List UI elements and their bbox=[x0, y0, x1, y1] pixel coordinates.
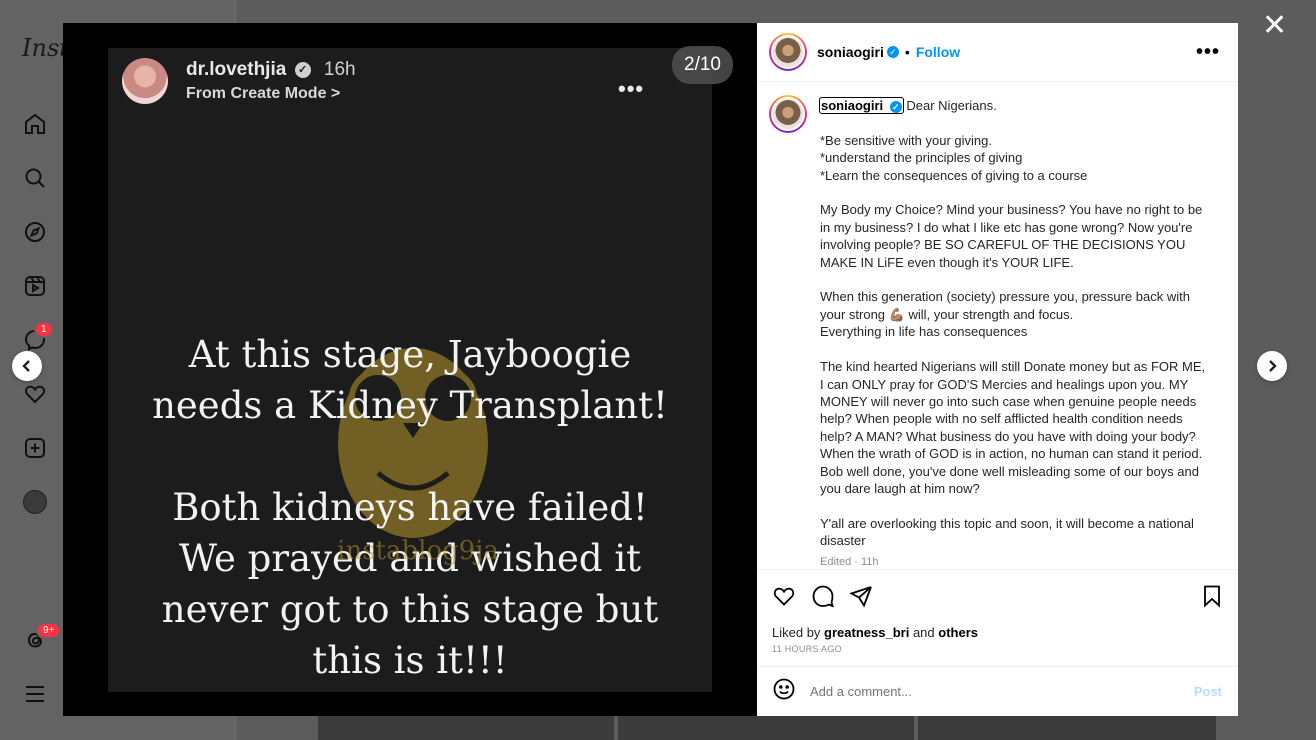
story-screenshot-image: dr.lovethjia ✓ 16h From Create Mode > ••… bbox=[108, 48, 712, 692]
story-body-line: this is it!!! bbox=[312, 639, 508, 682]
author-avatar[interactable] bbox=[769, 33, 807, 71]
profile-avatar[interactable] bbox=[23, 490, 47, 514]
story-more-icon: ••• bbox=[618, 76, 645, 101]
story-body-line: Both kidneys have failed! bbox=[172, 486, 648, 529]
story-subtitle: From Create Mode > bbox=[186, 85, 341, 102]
more-options-icon[interactable]: ••• bbox=[1196, 41, 1220, 64]
story-username-text: dr.lovethjia bbox=[186, 59, 287, 80]
emoji-icon[interactable] bbox=[772, 677, 796, 706]
verified-badge-icon: ✓ bbox=[889, 100, 902, 113]
story-body-line: never got to this stage but bbox=[161, 588, 659, 631]
instagram-logo[interactable]: Inst bbox=[22, 34, 69, 62]
post-comment-button[interactable]: Post bbox=[1194, 684, 1222, 699]
like-heart-icon[interactable] bbox=[772, 584, 798, 610]
search-icon[interactable] bbox=[22, 165, 48, 191]
verified-badge-icon: ✓ bbox=[886, 46, 899, 58]
story-body: Both kidneys have failed! We prayed and … bbox=[108, 482, 712, 686]
story-headline-line: needs a Kidney Transplant! bbox=[152, 384, 668, 427]
chevron-left-icon bbox=[22, 360, 30, 372]
comments-section[interactable]: soniaogiri ✓ Dear Nigerians. *Be sensiti… bbox=[757, 83, 1238, 569]
story-headline: At this stage, Jayboogie needs a Kidney … bbox=[108, 329, 712, 431]
next-post-button[interactable] bbox=[1257, 351, 1287, 381]
menu-icon[interactable] bbox=[22, 681, 48, 707]
background-post-thumbnail bbox=[318, 716, 614, 740]
comment-icon[interactable] bbox=[811, 584, 837, 610]
story-time: 16h bbox=[323, 59, 356, 80]
background-post-thumbnail bbox=[918, 716, 1216, 740]
caption-text: Dear Nigerians. *Be sensitive with your … bbox=[820, 98, 1206, 549]
messages-badge: 1 bbox=[34, 321, 54, 338]
comment-input[interactable] bbox=[810, 684, 1180, 699]
close-modal-button[interactable]: ✕ bbox=[1262, 11, 1287, 41]
liked-username[interactable]: greatness_bri bbox=[824, 625, 909, 640]
liked-and: and bbox=[912, 625, 935, 640]
caption-username-text[interactable]: soniaogiri bbox=[821, 98, 883, 113]
story-header: dr.lovethjia ✓ 16h From Create Mode > bbox=[122, 58, 356, 104]
post-time-ago[interactable]: 11 HOURS AGO bbox=[772, 644, 842, 654]
share-send-icon[interactable] bbox=[849, 584, 875, 610]
media-counter: 2/10 bbox=[672, 46, 733, 84]
reels-icon[interactable] bbox=[22, 273, 48, 299]
add-comment-bar: Post bbox=[757, 666, 1238, 716]
threads-badge: 9+ bbox=[36, 622, 62, 639]
edited-timestamp: Edited · 11h bbox=[820, 556, 879, 568]
save-bookmark-icon[interactable] bbox=[1200, 584, 1226, 610]
notifications-heart-icon[interactable] bbox=[22, 381, 48, 407]
post-caption: soniaogiri ✓ Dear Nigerians. *Be sensiti… bbox=[819, 97, 1210, 550]
previous-post-button[interactable] bbox=[12, 351, 42, 381]
liked-prefix: Liked by bbox=[772, 625, 821, 640]
post-details-panel: soniaogiri ✓ • Follow ••• soniaogiri ✓ D… bbox=[757, 23, 1238, 716]
watermark-text: instablog9ja bbox=[337, 536, 499, 566]
story-username: dr.lovethjia ✓ 16h bbox=[186, 59, 356, 81]
post-actions: Liked by greatness_bri and others 11 HOU… bbox=[757, 569, 1238, 665]
post-header: soniaogiri ✓ • Follow ••• bbox=[757, 23, 1238, 82]
verified-badge-icon: ✓ bbox=[294, 61, 311, 78]
caption-username[interactable]: soniaogiri ✓ bbox=[819, 97, 904, 114]
explore-icon[interactable] bbox=[22, 219, 48, 245]
follow-button[interactable]: Follow bbox=[916, 44, 960, 60]
story-avatar bbox=[122, 58, 168, 104]
separator-dot: • bbox=[904, 44, 910, 60]
likes-summary: Liked by greatness_bri and others bbox=[772, 625, 978, 640]
home-icon[interactable] bbox=[22, 111, 48, 137]
background-post-thumbnail bbox=[618, 716, 914, 740]
caption-author-avatar[interactable] bbox=[769, 95, 807, 133]
author-username[interactable]: soniaogiri bbox=[817, 44, 884, 60]
create-icon[interactable] bbox=[22, 435, 48, 461]
chevron-right-icon bbox=[1269, 360, 1277, 372]
story-headline-line: At this stage, Jayboogie bbox=[188, 333, 632, 376]
liked-others-link[interactable]: others bbox=[938, 625, 978, 640]
post-media[interactable]: dr.lovethjia ✓ 16h From Create Mode > ••… bbox=[63, 23, 757, 716]
